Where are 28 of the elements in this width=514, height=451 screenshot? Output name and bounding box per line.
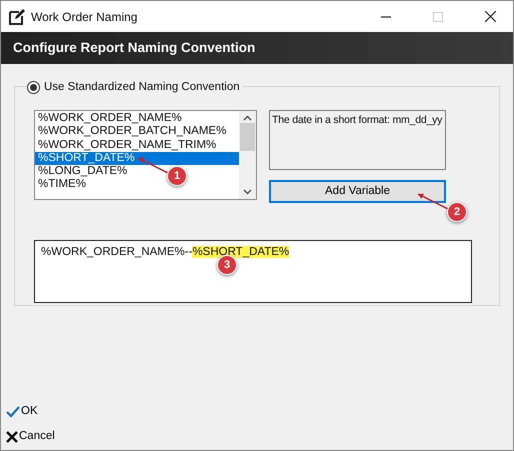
scroll-down-icon[interactable] [243,189,252,195]
radio-label: Use Standardized Naming Convention [44,80,240,95]
description-text: The date in a short format: mm_dd_yy [269,110,446,170]
scrollbar[interactable] [239,111,256,199]
header-title: Configure Report Naming Convention [1,32,513,64]
cancel-button[interactable]: Cancel [6,428,55,446]
window-title: Work Order Naming [31,8,138,26]
check-icon [6,406,20,418]
close-icon [6,430,18,443]
maximize-icon [433,12,443,22]
radio-button[interactable] [27,81,40,94]
ok-button[interactable]: OK [6,403,55,420]
close-icon [484,11,496,22]
annotation-arrow [138,157,170,175]
edit-icon [9,8,25,24]
add-variable-button[interactable]: Add Variable [269,180,446,203]
annotation-badge: 2 [447,202,467,222]
scroll-thumb[interactable] [240,123,255,151]
list-item[interactable]: %WORK_ORDER_NAME% [35,112,182,126]
annotation-arrow [418,193,450,211]
scroll-up-icon[interactable] [243,115,252,121]
highlighted-text: %SHORT_DATE% [192,246,290,258]
list-item[interactable]: %WORK_ORDER_NAME_TRIM% [35,138,216,152]
result-text: %WORK_ORDER_NAME%-- [41,246,192,258]
list-item[interactable]: %SHORT_DATE% [35,152,239,166]
list-item[interactable]: %TIME% [35,178,86,192]
list-item[interactable]: %LONG_DATE% [35,165,128,178]
list-item[interactable]: %WORK_ORDER_BATCH_NAME% [35,125,226,139]
